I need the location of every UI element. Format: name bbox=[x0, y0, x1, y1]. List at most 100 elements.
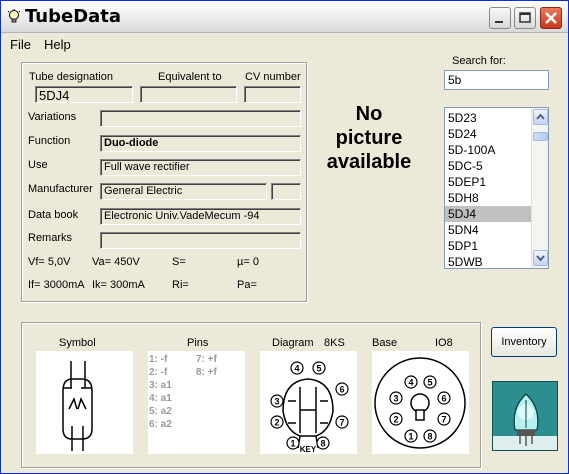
remarks-field[interactable] bbox=[100, 232, 301, 249]
maximize-icon bbox=[519, 12, 531, 23]
close-button[interactable] bbox=[540, 7, 562, 29]
pin-entry: 3: a1 bbox=[149, 380, 172, 391]
list-item[interactable]: 5DP1 bbox=[445, 238, 531, 254]
databook-field[interactable]: Electronic Univ.VadeMecum -94 bbox=[100, 208, 301, 225]
no-picture-text: No picture available bbox=[319, 102, 419, 174]
symbol-panel bbox=[36, 351, 133, 454]
scroll-up-button[interactable] bbox=[533, 109, 548, 125]
minimize-button[interactable] bbox=[489, 7, 511, 29]
base-code: IO8 bbox=[435, 337, 453, 349]
pin-number-marker: 6 bbox=[437, 391, 451, 405]
pin-number-marker: 1 bbox=[404, 429, 418, 443]
variations-field[interactable] bbox=[100, 110, 301, 127]
list-item[interactable]: 5DEP1 bbox=[445, 174, 531, 190]
diagram-panel: 1 2 3 4 5 6 7 8 KEY bbox=[260, 351, 357, 454]
pins-panel: 1: -f 2: -f 3: a1 4: a1 5: a2 6: a2 7: +f 8: +… bbox=[148, 351, 245, 454]
menu-file[interactable]: File bbox=[10, 37, 31, 52]
base-label: Base bbox=[372, 337, 398, 349]
pins-column-1: 1: -f 2: -f 3: a1 4: a1 5: a2 6: a2 bbox=[149, 353, 172, 431]
diagram-group: Symbol Pins Diagram 8KS Base IO8 1: -f 2… bbox=[21, 322, 481, 468]
app-window: TubeData File Help Tube designation Equi… bbox=[0, 0, 569, 474]
manufacturer-extra-field[interactable] bbox=[271, 183, 301, 200]
search-label: Search for: bbox=[452, 55, 506, 67]
pin-entry: 8: +f bbox=[196, 367, 217, 378]
list-item[interactable]: 5DN4 bbox=[445, 222, 531, 238]
pin-number: 5 bbox=[427, 378, 432, 388]
pin-number: 7 bbox=[441, 415, 446, 425]
manufacturer-field[interactable]: General Electric bbox=[100, 183, 267, 200]
use-label: Use bbox=[28, 159, 48, 171]
list-item[interactable]: 5DWB bbox=[445, 254, 531, 268]
pin-number-marker: 4 bbox=[404, 375, 418, 389]
base-diagram: 12 34 56 78 bbox=[374, 357, 466, 449]
menu-bar: File Help bbox=[1, 34, 568, 54]
pin-diagram: 1 2 3 4 5 6 7 8KEY bbox=[270, 361, 349, 454]
equivalent-field[interactable] bbox=[140, 86, 237, 103]
list-item[interactable]: 5DC-5 bbox=[445, 158, 531, 174]
pin-number-marker: 5 bbox=[312, 361, 326, 375]
pin-number-marker: 2 bbox=[270, 415, 284, 429]
search-input[interactable]: 5b bbox=[444, 70, 549, 90]
variations-label: Variations bbox=[28, 111, 77, 123]
cv-number-field[interactable] bbox=[244, 86, 301, 103]
no-picture-line3: available bbox=[326, 151, 412, 173]
pin-number: 2 bbox=[393, 415, 398, 425]
pin-number: 8 bbox=[320, 439, 325, 449]
pin-entry: 2: -f bbox=[149, 367, 168, 378]
tube-info-group: Tube designation Equivalent to CV number… bbox=[21, 62, 307, 302]
equivalent-label: Equivalent to bbox=[158, 71, 222, 83]
pin-number-marker: 4 bbox=[290, 361, 304, 375]
if-value: If= 3000mA bbox=[28, 279, 85, 291]
list-item[interactable]: 5D23 bbox=[445, 110, 531, 126]
maximize-button[interactable] bbox=[514, 7, 536, 29]
scroll-thumb[interactable] bbox=[533, 132, 548, 141]
title-bar[interactable]: TubeData bbox=[1, 1, 568, 33]
list-item[interactable]: 5DH8 bbox=[445, 190, 531, 206]
pin-number: 4 bbox=[408, 378, 413, 388]
list-scrollbar[interactable] bbox=[531, 108, 548, 268]
pin-number: 7 bbox=[339, 418, 344, 428]
pin-number-marker: 5 bbox=[423, 375, 437, 389]
pin-number: 2 bbox=[274, 418, 279, 428]
pin-number-marker: 7 bbox=[437, 412, 451, 426]
mu-value: µ= 0 bbox=[237, 256, 259, 268]
list-item[interactable]: 5D-100A bbox=[445, 142, 531, 158]
scroll-down-button[interactable] bbox=[533, 250, 548, 266]
manufacturer-label: Manufacturer bbox=[28, 183, 93, 195]
duo-diode-symbol bbox=[62, 361, 93, 451]
pin-number: 8 bbox=[427, 432, 432, 442]
tube-designation-field[interactable]: 5DJ4 bbox=[35, 86, 133, 103]
no-picture-line1: No bbox=[355, 103, 383, 125]
list-item[interactable]: 5D24 bbox=[445, 126, 531, 142]
pin-number: 6 bbox=[441, 394, 446, 404]
s-value: S= bbox=[172, 256, 186, 268]
tube-list-items: 5D23 5D24 5D-100A 5DC-5 5DEP1 5DH8 5DJ4 5DN4 5DP… bbox=[445, 110, 531, 268]
pins-label: Pins bbox=[187, 337, 209, 349]
pin-entry: 1: -f bbox=[149, 354, 168, 365]
tube-list[interactable]: 5D23 5D24 5D-100A 5DC-5 5DEP1 5DH8 5DJ4 5DN4 5DP… bbox=[444, 107, 549, 269]
pin-number: 4 bbox=[294, 364, 299, 374]
inventory-button[interactable]: Inventory bbox=[491, 327, 557, 357]
pin-number-marker: 1 bbox=[286, 436, 300, 450]
ri-value: Ri= bbox=[172, 279, 189, 291]
pin-number: 1 bbox=[290, 439, 295, 449]
pin-number-marker: 3 bbox=[270, 394, 284, 408]
remarks-label: Remarks bbox=[28, 232, 73, 244]
pin-entry: 7: +f bbox=[196, 354, 217, 365]
list-item[interactable]: 5DJ4 bbox=[445, 206, 531, 222]
pin-number: 6 bbox=[339, 385, 344, 395]
menu-help[interactable]: Help bbox=[44, 37, 71, 52]
pin-number: 3 bbox=[274, 397, 279, 407]
function-label: Function bbox=[28, 135, 71, 147]
function-field[interactable]: Duo-diode bbox=[100, 135, 301, 152]
pin-entry: 6: a2 bbox=[149, 419, 172, 430]
use-field[interactable]: Full wave rectifier bbox=[100, 159, 301, 176]
chevron-up-icon bbox=[536, 113, 545, 120]
chevron-down-icon bbox=[536, 255, 545, 262]
pin-number-marker: 3 bbox=[389, 391, 403, 405]
tube-logo[interactable] bbox=[492, 381, 558, 451]
databook-label: Data book bbox=[28, 209, 79, 221]
close-icon bbox=[545, 12, 557, 24]
base-panel: 12 34 56 78 bbox=[372, 351, 469, 454]
ik-value: Ik= 300mA bbox=[92, 279, 145, 291]
